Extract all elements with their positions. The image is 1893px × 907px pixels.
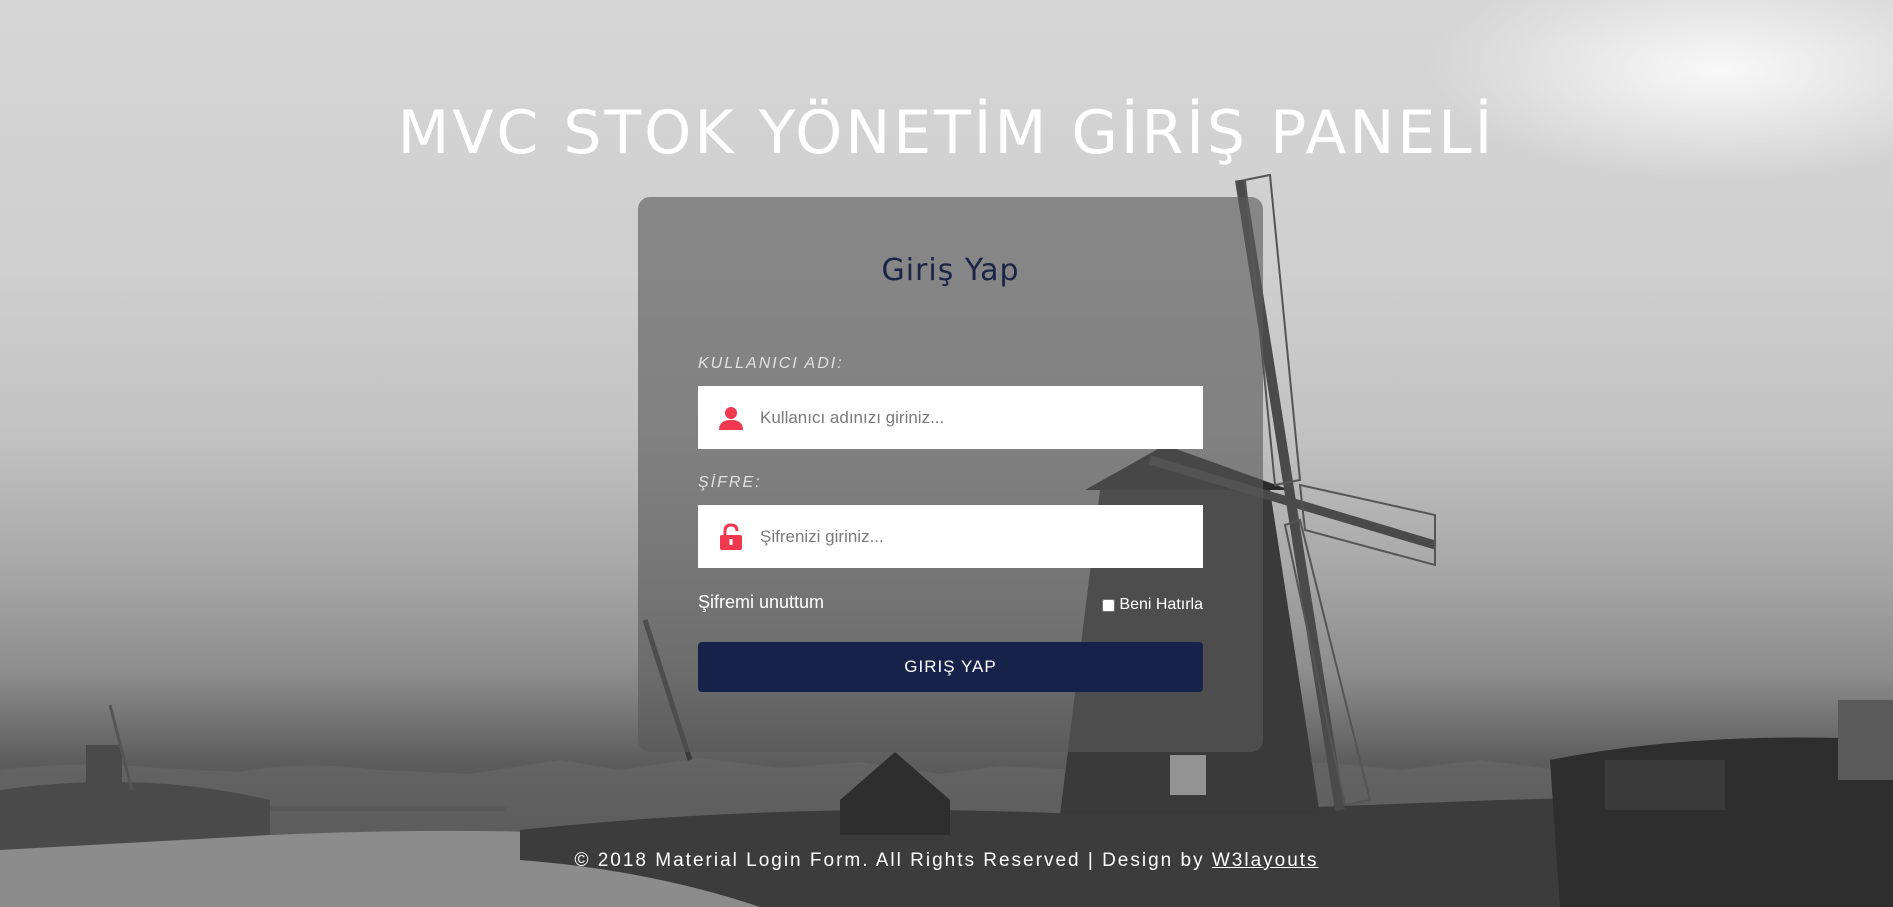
password-input[interactable] xyxy=(758,504,1203,569)
footer: © 2018 Material Login Form. All Rights R… xyxy=(0,850,1893,872)
forgot-password-link[interactable]: Şifremi unuttum xyxy=(698,592,824,613)
page-title: MVC STOK YÖNETİM GİRİŞ PANELİ xyxy=(397,98,1496,169)
username-input[interactable] xyxy=(758,385,1203,450)
user-icon xyxy=(716,403,746,433)
remember-me-checkbox[interactable] xyxy=(1102,598,1116,612)
unlock-icon xyxy=(716,522,746,552)
login-form-title: Giriş Yap xyxy=(881,253,1020,288)
remember-me-label: Beni Hatırla xyxy=(1119,596,1203,613)
password-label: ŞİFRE: xyxy=(698,474,762,491)
remember-me[interactable]: Beni Hatırla xyxy=(1102,596,1203,614)
password-field xyxy=(698,504,1203,569)
login-button[interactable]: GIRIŞ YAP xyxy=(698,642,1203,692)
footer-link[interactable]: W3layouts xyxy=(1212,850,1319,871)
footer-text: © 2018 Material Login Form. All Rights R… xyxy=(574,850,1212,871)
username-field xyxy=(698,385,1203,450)
username-label: KULLANICI ADI: xyxy=(698,355,844,372)
login-panel: Giriş Yap KULLANICI ADI: ŞİFRE: Şifremi … xyxy=(638,197,1263,752)
